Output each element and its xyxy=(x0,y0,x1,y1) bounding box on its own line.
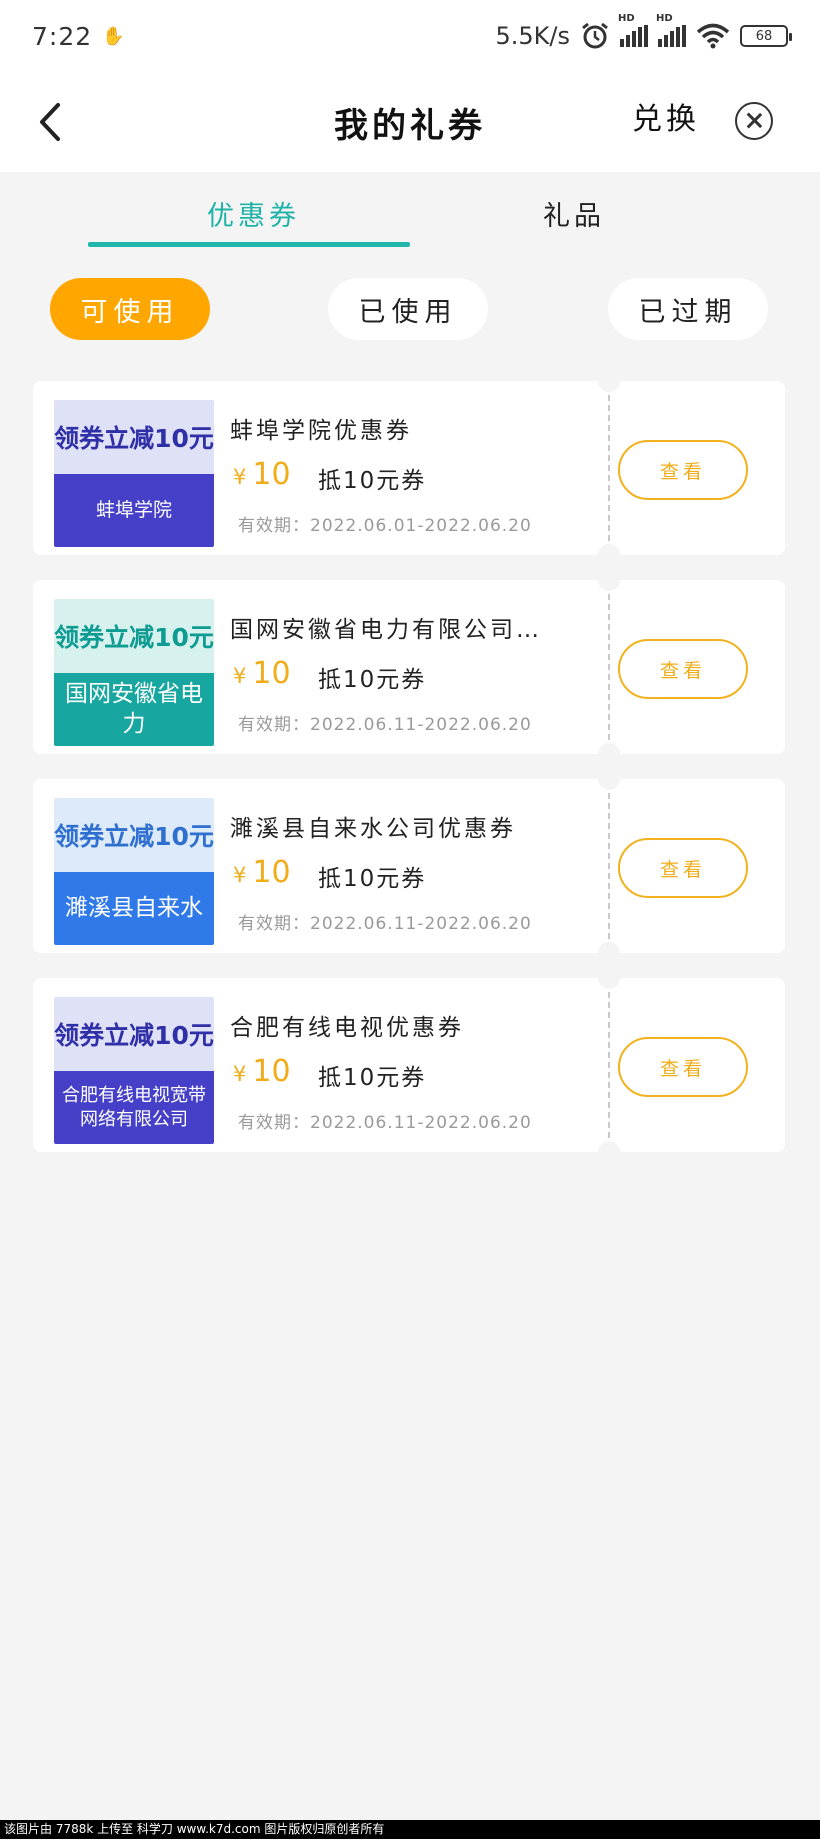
close-icon[interactable] xyxy=(735,102,773,140)
tab-active-indicator xyxy=(88,242,410,247)
view-button[interactable]: 查看 xyxy=(618,639,748,699)
view-button[interactable]: 查看 xyxy=(618,440,748,500)
back-arrow-icon[interactable] xyxy=(36,102,66,142)
coupon-title: 合肥有线电视优惠券 xyxy=(230,1015,464,1041)
status-filter-group: 可使用 已使用 已过期 xyxy=(0,278,820,340)
coupon-thumbnail: 领券立减10元 濉溪县自来水 xyxy=(54,798,214,945)
coupon-card: 领券立减10元 合肥有线电视宽带网络有限公司 合肥有线电视优惠券 ¥ 10 抵1… xyxy=(33,967,785,1163)
coupon-price: ¥ 10 xyxy=(233,1054,291,1089)
status-time: 7:22 xyxy=(32,21,93,51)
tab-bar: 优惠券 礼品 xyxy=(0,172,820,252)
network-speed: 5.5K/s xyxy=(495,22,571,50)
coupon-divider xyxy=(608,395,610,541)
signal-1-icon: HD xyxy=(618,13,648,47)
coupon-amount: 10 xyxy=(252,656,291,691)
coupon-description: 抵10元券 xyxy=(318,1065,427,1091)
tab-gifts[interactable]: 礼品 xyxy=(543,194,605,233)
filter-available[interactable]: 可使用 xyxy=(50,278,210,340)
thumbnail-headline: 领券立减10元 xyxy=(54,997,214,1071)
status-bar: 7:22 ✋ 5.5K/s HD HD 68 xyxy=(0,0,820,72)
coupon-divider xyxy=(608,594,610,740)
coupon-thumbnail: 领券立减10元 蚌埠学院 xyxy=(54,400,214,547)
exchange-button[interactable]: 兑换 xyxy=(632,94,700,138)
alarm-icon xyxy=(582,22,608,49)
coupon-validity: 有效期：2022.06.11-2022.06.20 xyxy=(238,1113,532,1133)
coupon-description: 抵10元券 xyxy=(318,667,427,693)
coupon-card: 领券立减10元 濉溪县自来水 濉溪县自来水公司优惠券 ¥ 10 抵10元券 有效… xyxy=(33,768,785,964)
coupon-card: 领券立减10元 蚌埠学院 蚌埠学院优惠券 ¥ 10 抵10元券 有效期：2022… xyxy=(33,370,785,566)
currency-symbol: ¥ xyxy=(233,465,247,489)
watermark-footer: 该图片由 7788k 上传至 科学刀 www.k7d.com 图片版权归原创者所… xyxy=(0,1820,820,1839)
thumbnail-brand: 蚌埠学院 xyxy=(54,474,214,547)
coupon-description: 抵10元券 xyxy=(318,866,427,892)
coupon-amount: 10 xyxy=(252,855,291,890)
view-button[interactable]: 查看 xyxy=(618,1037,748,1097)
battery-icon: 68 xyxy=(740,25,792,47)
coupon-amount: 10 xyxy=(252,1054,291,1089)
notification-hand-icon: ✋ xyxy=(102,25,125,47)
coupon-price: ¥ 10 xyxy=(233,457,291,492)
coupon-price: ¥ 10 xyxy=(233,855,291,890)
currency-symbol: ¥ xyxy=(233,1062,247,1086)
wifi-icon xyxy=(696,23,730,49)
coupon-description: 抵10元券 xyxy=(318,468,427,494)
status-right-group: 5.5K/s HD HD 68 xyxy=(495,13,792,51)
coupon-divider xyxy=(608,992,610,1138)
coupon-title: 蚌埠学院优惠券 xyxy=(230,418,412,444)
thumbnail-brand: 国网安徽省电力 xyxy=(54,673,214,746)
coupon-title: 国网安徽省电力有限公司… xyxy=(230,617,542,643)
coupon-thumbnail: 领券立减10元 合肥有线电视宽带网络有限公司 xyxy=(54,997,214,1144)
coupon-amount: 10 xyxy=(252,457,291,492)
coupon-validity: 有效期：2022.06.11-2022.06.20 xyxy=(238,914,532,934)
coupon-title: 濉溪县自来水公司优惠券 xyxy=(230,816,516,842)
filter-expired[interactable]: 已过期 xyxy=(608,278,768,340)
currency-symbol: ¥ xyxy=(233,863,247,887)
coupon-price: ¥ 10 xyxy=(233,656,291,691)
currency-symbol: ¥ xyxy=(233,664,247,688)
tab-coupons[interactable]: 优惠券 xyxy=(207,194,300,233)
coupon-divider xyxy=(608,793,610,939)
thumbnail-headline: 领券立减10元 xyxy=(54,798,214,872)
thumbnail-brand: 濉溪县自来水 xyxy=(54,872,214,945)
thumbnail-headline: 领券立减10元 xyxy=(54,599,214,673)
coupon-thumbnail: 领券立减10元 国网安徽省电力 xyxy=(54,599,214,746)
signal-2-icon: HD xyxy=(656,13,686,47)
header-bar: 我的礼券 兑换 xyxy=(0,72,820,172)
coupon-card: 领券立减10元 国网安徽省电力 国网安徽省电力有限公司… ¥ 10 抵10元券 … xyxy=(33,569,785,765)
coupon-validity: 有效期：2022.06.11-2022.06.20 xyxy=(238,715,532,735)
coupon-validity: 有效期：2022.06.01-2022.06.20 xyxy=(238,516,532,536)
filter-used[interactable]: 已使用 xyxy=(328,278,488,340)
view-button[interactable]: 查看 xyxy=(618,838,748,898)
thumbnail-headline: 领券立减10元 xyxy=(54,400,214,474)
thumbnail-brand: 合肥有线电视宽带网络有限公司 xyxy=(54,1071,214,1144)
